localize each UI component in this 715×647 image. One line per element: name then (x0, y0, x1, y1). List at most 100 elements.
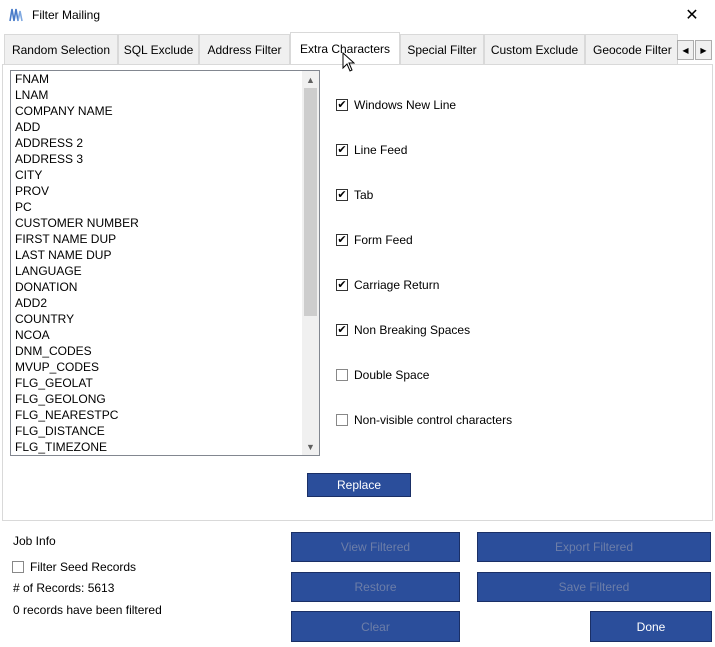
save-filtered-label: Save Filtered (558, 580, 630, 594)
option-checkbox[interactable]: ✔ (336, 279, 348, 291)
option-row[interactable]: ✔ Line Feed (336, 142, 407, 158)
option-checkbox[interactable] (336, 414, 348, 426)
list-item[interactable]: COMPANY NAME (11, 103, 319, 119)
option-checkbox[interactable]: ✔ (336, 144, 348, 156)
list-item[interactable]: FIRST NAME DUP (11, 231, 319, 247)
records-count: # of Records: 5613 (13, 581, 115, 595)
option-label: Line Feed (354, 143, 408, 157)
list-item[interactable]: ADDRESS 2 (11, 135, 319, 151)
filtered-status: 0 records have been filtered (13, 603, 162, 617)
scroll-up-button[interactable]: ▲ (302, 71, 319, 88)
list-item[interactable]: FNAM (11, 71, 319, 87)
tab-label: Custom Exclude (490, 42, 579, 57)
chevron-down-icon: ▼ (306, 441, 315, 452)
close-button[interactable]: ✕ (669, 0, 715, 30)
list-item[interactable]: NCOA (11, 327, 319, 343)
clear-button[interactable]: Clear (291, 611, 460, 642)
list-item[interactable]: LANGUAGE (11, 263, 319, 279)
tab-geocode-filter[interactable]: Geocode Filter (585, 34, 678, 64)
list-item[interactable]: CUSTOMER NUMBER (11, 215, 319, 231)
option-label: Windows New Line (354, 98, 457, 112)
export-filtered-button[interactable]: Export Filtered (477, 532, 711, 562)
list-item[interactable]: LNAM (11, 87, 319, 103)
title-bar: Filter Mailing ✕ (0, 0, 715, 30)
list-item[interactable]: FLG_GEOLAT (11, 375, 319, 391)
option-label: Tab (354, 188, 374, 202)
list-item[interactable]: DONATION (11, 279, 319, 295)
replace-button[interactable]: Replace (307, 473, 411, 497)
tab-scroll-left-button[interactable]: ◀ (677, 40, 694, 60)
option-row[interactable]: ✔ Form Feed (336, 232, 413, 248)
checkmark-icon: ✔ (337, 323, 347, 336)
restore-button[interactable]: Restore (291, 572, 460, 602)
view-filtered-button[interactable]: View Filtered (291, 532, 460, 562)
done-label: Done (636, 619, 666, 634)
filter-seed-records-row[interactable]: Filter Seed Records (12, 560, 136, 574)
option-checkbox[interactable]: ✔ (336, 324, 348, 336)
tab-label: Special Filter (407, 42, 477, 57)
option-checkbox[interactable]: ✔ (336, 189, 348, 201)
scroll-down-button[interactable]: ▼ (302, 438, 319, 455)
tab-label: Random Selection (11, 42, 111, 57)
option-label: Non Breaking Spaces (354, 323, 471, 337)
list-item[interactable]: LAST NAME DUP (11, 247, 319, 263)
checkmark-icon: ✔ (337, 98, 347, 111)
checkmark-icon: ✔ (337, 233, 347, 246)
option-label: Carriage Return (354, 278, 440, 292)
tab-strip: Random Selection SQL Exclude Address Fil… (0, 32, 715, 64)
list-item[interactable]: FLG_DISTANCE (11, 423, 319, 439)
tab-label: Address Filter (207, 42, 282, 57)
restore-label: Restore (354, 580, 397, 594)
list-item[interactable]: FLG_TIMEZONE (11, 439, 319, 455)
option-row[interactable]: ✔ Tab (336, 187, 373, 203)
list-item[interactable]: FLG_NEARESTPC (11, 407, 319, 423)
option-row[interactable]: ✔ Carriage Return (336, 277, 439, 293)
done-button[interactable]: Done (590, 611, 712, 642)
export-filtered-label: Export Filtered (554, 540, 634, 554)
tab-custom-exclude[interactable]: Custom Exclude (484, 34, 585, 64)
list-item[interactable]: MVUP_CODES (11, 359, 319, 375)
fields-list: FNAM LNAM COMPANY NAME ADD ADDRESS 2 ADDRESS … (11, 71, 319, 455)
list-item[interactable]: ADDRESS 3 (11, 151, 319, 167)
close-icon: ✕ (685, 7, 699, 24)
tab-sql-exclude[interactable]: SQL Exclude (118, 34, 199, 64)
left-arrow-icon: ◀ (682, 45, 689, 55)
list-item[interactable]: CITY (11, 167, 319, 183)
list-scrollbar[interactable]: ▲ ▼ (302, 71, 319, 455)
mouse-cursor-icon (342, 52, 355, 72)
option-row[interactable]: ✔ Windows New Line (336, 97, 456, 113)
app-icon (9, 8, 23, 22)
option-checkbox[interactable]: ✔ (336, 99, 348, 111)
option-label: Form Feed (354, 233, 413, 247)
filter-seed-label: Filter Seed Records (30, 560, 137, 574)
option-label: Non-visible control characters (354, 413, 513, 427)
option-row[interactable]: ✔ Non Breaking Spaces (336, 322, 470, 338)
filter-seed-checkbox[interactable] (12, 561, 24, 573)
checkmark-icon: ✔ (337, 278, 347, 291)
list-item[interactable]: PC (11, 199, 319, 215)
option-checkbox[interactable]: ✔ (336, 234, 348, 246)
option-checkbox[interactable] (336, 369, 348, 381)
tab-scroll-right-button[interactable]: ▶ (695, 40, 712, 60)
checkmark-icon: ✔ (337, 188, 347, 201)
tab-random-selection[interactable]: Random Selection (4, 34, 118, 64)
scroll-thumb[interactable] (304, 88, 317, 316)
tab-special-filter[interactable]: Special Filter (400, 34, 484, 64)
right-arrow-icon: ▶ (700, 45, 707, 55)
fields-listbox[interactable]: FNAM LNAM COMPANY NAME ADD ADDRESS 2 ADDRESS … (10, 70, 320, 456)
option-row[interactable]: Non-visible control characters (336, 412, 512, 428)
window-title: Filter Mailing (32, 8, 101, 22)
checkmark-icon: ✔ (337, 143, 347, 156)
view-filtered-label: View Filtered (340, 540, 411, 554)
list-item[interactable]: ADD2 (11, 295, 319, 311)
option-row[interactable]: Double Space (336, 367, 429, 383)
tab-label: SQL Exclude (123, 42, 194, 57)
tab-address-filter[interactable]: Address Filter (199, 34, 290, 64)
list-item[interactable]: ADD (11, 119, 319, 135)
list-item[interactable]: PROV (11, 183, 319, 199)
save-filtered-button[interactable]: Save Filtered (477, 572, 711, 602)
list-item[interactable]: DNM_CODES (11, 343, 319, 359)
list-item[interactable]: COUNTRY (11, 311, 319, 327)
list-item[interactable]: FLG_GEOLONG (11, 391, 319, 407)
option-label: Double Space (354, 368, 430, 382)
